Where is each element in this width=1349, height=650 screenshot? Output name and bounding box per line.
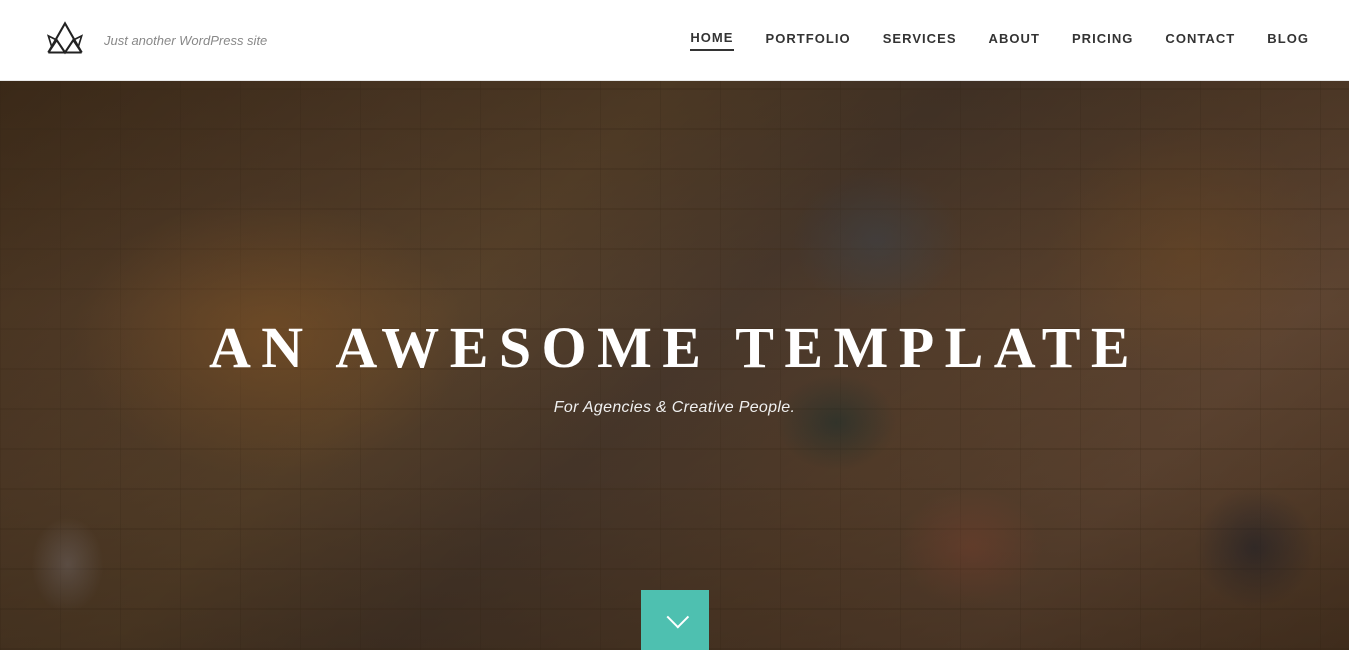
nav-pricing[interactable]: PRICING [1072,31,1133,50]
nav-home[interactable]: HOME [690,30,733,51]
scroll-down-button[interactable] [641,590,709,650]
site-header: Just another WordPress site HOME PORTFOL… [0,0,1349,81]
main-nav: HOME PORTFOLIO SERVICES ABOUT PRICING CO… [690,30,1309,51]
hero-title: AN AWESOME TEMPLATE [209,314,1140,381]
nav-about[interactable]: ABOUT [989,31,1040,50]
logo-area: Just another WordPress site [40,15,267,65]
hero-subtitle: For Agencies & Creative People. [209,399,1140,417]
hero-section: AN AWESOME TEMPLATE For Agencies & Creat… [0,81,1349,650]
site-tagline: Just another WordPress site [104,33,267,48]
nav-contact[interactable]: CONTACT [1165,31,1235,50]
logo-icon [40,15,90,65]
hero-content: AN AWESOME TEMPLATE For Agencies & Creat… [209,314,1140,417]
nav-services[interactable]: SERVICES [883,31,957,50]
nav-blog[interactable]: BLOG [1267,31,1309,50]
nav-portfolio[interactable]: PORTFOLIO [766,31,851,50]
